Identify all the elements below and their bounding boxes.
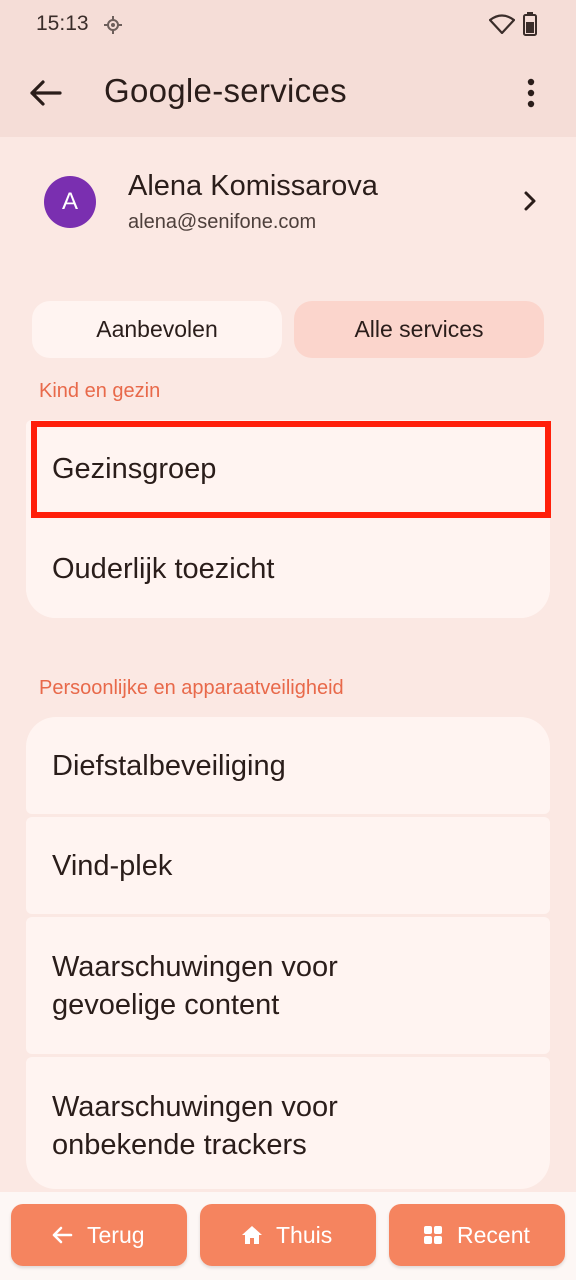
list-item-label: Ouderlijk toezicht [52, 553, 275, 585]
account-email: alena@senifone.com [128, 211, 317, 233]
location-icon [104, 16, 122, 34]
wifi-icon [489, 14, 515, 34]
tab-all-services[interactable]: Alle services [294, 301, 544, 358]
back-arrow-icon[interactable] [28, 76, 64, 110]
list-item-label: Gezinsgroep [52, 453, 217, 485]
avatar: A [44, 176, 96, 228]
list-item-parental-controls[interactable]: Ouderlijk toezicht [26, 520, 550, 618]
list-item-label: Diefstalbeveiliging [52, 750, 286, 782]
list-item-label: Waarschuwingen voor onbekende trackers [52, 1091, 338, 1161]
recent-apps-icon [424, 1226, 442, 1244]
list-item-find-hub[interactable]: Vind-plek [26, 817, 550, 914]
app-bar: Google-services [0, 50, 576, 137]
back-button-label: Terug [87, 1222, 145, 1248]
battery-icon [523, 12, 537, 36]
arrow-left-icon [52, 1226, 73, 1244]
list-item-label: Waarschuwingen voor gevoelige content [52, 951, 338, 1021]
list-item-label: Vind-plek [52, 850, 173, 882]
home-icon [242, 1226, 262, 1244]
list-item-sensitive-content-warnings[interactable]: Waarschuwingen voor gevoelige content [26, 917, 550, 1054]
recent-button-label: Recent [457, 1222, 530, 1248]
section-header-family: Kind en gezin [39, 380, 161, 402]
page-title: Google-services [104, 72, 347, 109]
account-name: Alena Komissarova [128, 170, 378, 202]
section-header-safety: Persoonlijke en apparaatveiligheid [39, 677, 344, 699]
status-time: 15:13 [36, 12, 89, 35]
family-card: Gezinsgroep Ouderlijk toezicht [26, 420, 550, 618]
tab-recommended[interactable]: Aanbevolen [32, 301, 282, 358]
chevron-right-icon [524, 191, 536, 211]
bottom-navigation: Terug Thuis Recent [0, 1192, 576, 1280]
home-button-label: Thuis [276, 1222, 333, 1248]
home-button[interactable]: Thuis [200, 1204, 376, 1266]
back-button[interactable]: Terug [11, 1204, 187, 1266]
account-row[interactable]: A Alena Komissarova alena@senifone.com [0, 160, 576, 244]
list-item-family-group[interactable]: Gezinsgroep [26, 420, 550, 518]
list-item-unknown-tracker-warnings[interactable]: Waarschuwingen voor onbekende trackers [26, 1057, 550, 1189]
recent-button[interactable]: Recent [389, 1204, 565, 1266]
status-bar: 15:13 [0, 0, 576, 50]
list-item-theft-protection[interactable]: Diefstalbeveiliging [26, 717, 550, 814]
more-options-icon[interactable] [515, 74, 547, 112]
